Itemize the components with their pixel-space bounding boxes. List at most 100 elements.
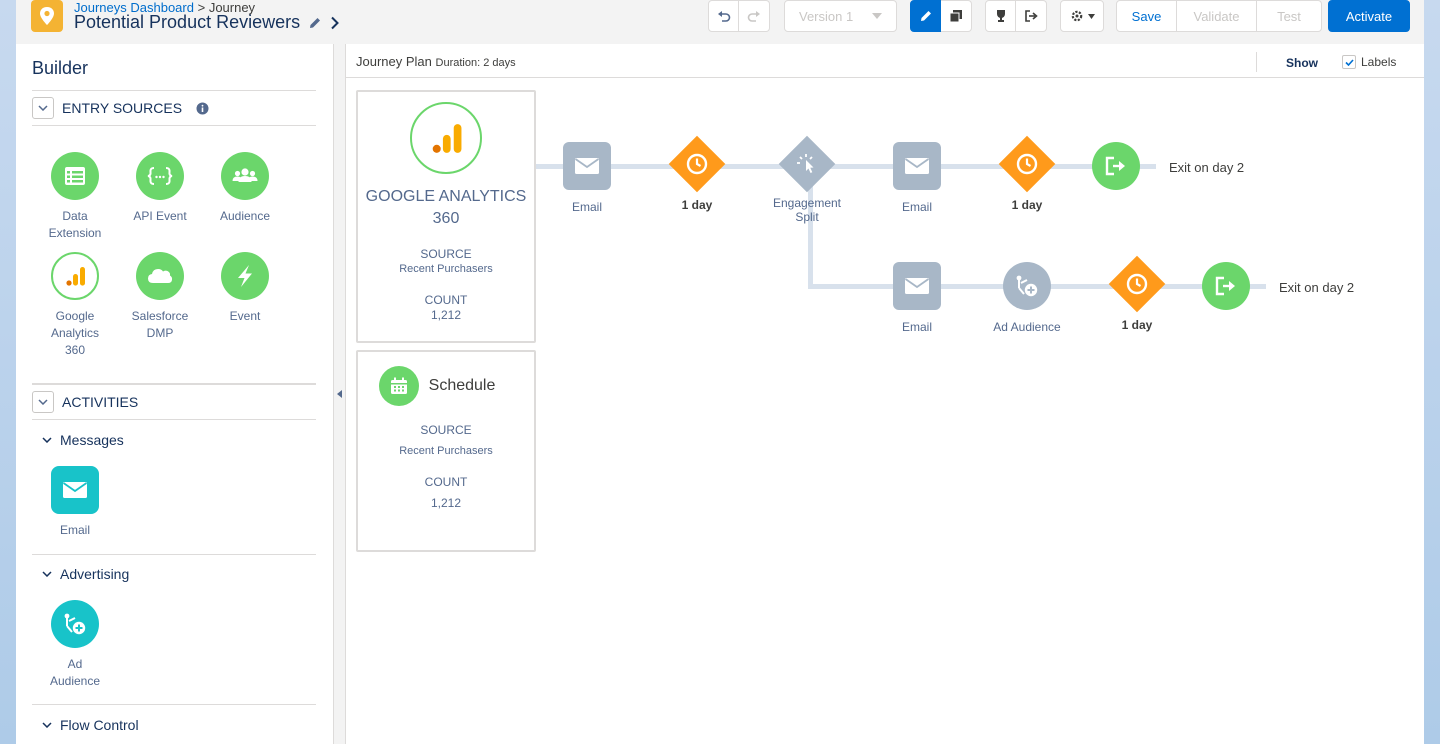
journey-node-email[interactable]: Email — [542, 142, 632, 214]
chevron-down-icon — [38, 105, 48, 111]
journey-node-email[interactable]: Email — [872, 262, 962, 334]
version-select[interactable]: Version 1 — [784, 0, 897, 32]
code-braces-icon — [136, 152, 184, 200]
entry-source-label: Event — [229, 309, 261, 323]
version-select-label: Version 1 — [799, 8, 854, 24]
activities-section-header[interactable]: ACTIVITIES — [32, 384, 316, 420]
envelope-icon — [893, 262, 941, 310]
journey-node-engagement-split[interactable]: Engagement Split — [762, 135, 852, 224]
undo-icon — [717, 11, 730, 22]
exit-criteria-button[interactable] — [1016, 0, 1047, 32]
goal-button[interactable] — [985, 0, 1016, 32]
page-title: Potential Product Reviewers — [74, 12, 340, 33]
copy-mode-button[interactable] — [941, 0, 972, 32]
settings-menu-button[interactable] — [1060, 0, 1104, 32]
count-label: COUNT — [424, 475, 468, 489]
trophy-icon — [996, 10, 1005, 22]
envelope-icon — [563, 142, 611, 190]
collapse-toggle[interactable] — [32, 391, 54, 413]
canvas-toolbar: Journey Plan Duration: 2 days Show Label… — [346, 44, 1424, 78]
chevron-down-icon — [872, 13, 882, 19]
info-icon[interactable] — [196, 102, 209, 115]
save-button[interactable]: Save — [1116, 0, 1177, 32]
activities-heading: ACTIVITIES — [62, 394, 139, 410]
collapse-toggle[interactable] — [32, 97, 54, 119]
entry-sources-section-header[interactable]: ENTRY SOURCES — [32, 90, 316, 126]
journey-name: Potential Product Reviewers — [74, 12, 301, 32]
entry-source-card-schedule[interactable]: Schedule SOURCE Recent Purchasers COUNT … — [356, 350, 536, 552]
labels-toggle-label: Labels — [1361, 55, 1397, 69]
activity-email[interactable]: Email — [35, 466, 115, 539]
journey-node-wait[interactable]: 1 day — [982, 135, 1072, 212]
caret-down-icon — [1087, 13, 1095, 19]
builder-title: Builder — [32, 58, 89, 78]
entry-source-label: Audience — [219, 209, 271, 223]
node-label: Engagement Split — [772, 196, 842, 224]
journey-app-icon — [31, 0, 63, 32]
show-label: Show — [1286, 56, 1318, 70]
chevron-down-icon — [42, 571, 52, 577]
entry-source-google-analytics-360[interactable]: Google Analytics 360 — [35, 252, 115, 359]
people-icon — [221, 152, 269, 200]
clock-icon — [1108, 255, 1166, 313]
test-button[interactable]: Test — [1257, 0, 1322, 32]
pencil-icon — [920, 11, 931, 21]
labels-toggle[interactable]: Labels — [1342, 55, 1396, 69]
count-label: COUNT — [424, 293, 468, 307]
entry-source-salesforce-dmp[interactable]: Salesforce DMP — [120, 252, 200, 342]
flow-control-subsection-header[interactable]: Flow Control — [42, 717, 139, 733]
entry-sources-heading: ENTRY SOURCES — [62, 100, 183, 116]
toolbar-divider — [1256, 52, 1257, 72]
redo-button[interactable] — [739, 0, 770, 32]
chevron-down-icon — [42, 437, 52, 443]
exit-icon — [1092, 142, 1140, 190]
count-value: 1,212 — [430, 496, 462, 510]
entry-source-data-extension[interactable]: Data Extension — [35, 152, 115, 242]
messages-subsection-header[interactable]: Messages — [42, 432, 124, 448]
node-label: Email — [901, 200, 932, 214]
plan-duration: Duration: 2 days — [435, 57, 516, 69]
edit-mode-group — [910, 0, 972, 32]
journey-node-exit[interactable] — [1202, 262, 1250, 310]
entry-source-card-google-analytics[interactable]: GOOGLE ANALYTICS 360 SOURCE Recent Purch… — [356, 90, 536, 343]
ad-audience-icon — [51, 600, 99, 648]
lightning-icon — [221, 252, 269, 300]
undo-button[interactable] — [708, 0, 739, 32]
activity-ad-audience[interactable]: Ad Audience — [35, 600, 115, 690]
journey-canvas[interactable]: Journey Plan Duration: 2 days Show Label… — [346, 44, 1424, 744]
activate-button[interactable]: Activate — [1328, 0, 1410, 32]
clock-icon — [998, 135, 1056, 193]
calendar-icon — [378, 366, 419, 406]
journey-node-exit[interactable] — [1092, 142, 1140, 190]
exit-icon — [1202, 262, 1250, 310]
chevron-right-icon[interactable] — [330, 16, 340, 30]
entry-source-name: GOOGLE ANALYTICS — [365, 188, 527, 205]
journey-node-wait[interactable]: 1 day — [1092, 255, 1182, 332]
journey-node-ad-audience[interactable]: Ad Audience — [982, 262, 1072, 334]
journey-node-email[interactable]: Email — [872, 142, 962, 214]
save-validate-test-group: Save Validate Test — [1116, 0, 1322, 32]
advertising-subsection-header[interactable]: Advertising — [42, 566, 129, 582]
journey-plan-title: Journey Plan Duration: 2 days — [356, 54, 516, 69]
goal-exit-group — [985, 0, 1047, 32]
gear-icon — [1071, 10, 1082, 22]
undo-redo-group — [708, 0, 770, 32]
cursor-click-icon — [778, 135, 836, 193]
edit-mode-button[interactable] — [910, 0, 941, 32]
exit-label: Exit on day 2 — [1279, 280, 1355, 295]
node-label: Email — [901, 320, 932, 334]
validate-button[interactable]: Validate — [1177, 0, 1257, 32]
edit-pencil-icon[interactable] — [308, 16, 322, 30]
advertising-heading: Advertising — [60, 566, 130, 582]
entry-source-label: API Event — [133, 209, 187, 223]
checkmark-icon — [1344, 58, 1354, 66]
entry-source-audience[interactable]: Audience — [205, 152, 285, 225]
plan-title-label: Journey Plan — [356, 54, 432, 69]
entry-source-event[interactable]: Event — [205, 252, 285, 325]
analytics-bars-icon — [51, 252, 99, 300]
chevron-down-icon — [38, 399, 48, 405]
entry-source-api-event[interactable]: API Event — [120, 152, 200, 225]
journey-node-wait[interactable]: 1 day — [652, 135, 742, 212]
section-divider — [32, 704, 316, 705]
labels-checkbox[interactable] — [1342, 55, 1356, 69]
